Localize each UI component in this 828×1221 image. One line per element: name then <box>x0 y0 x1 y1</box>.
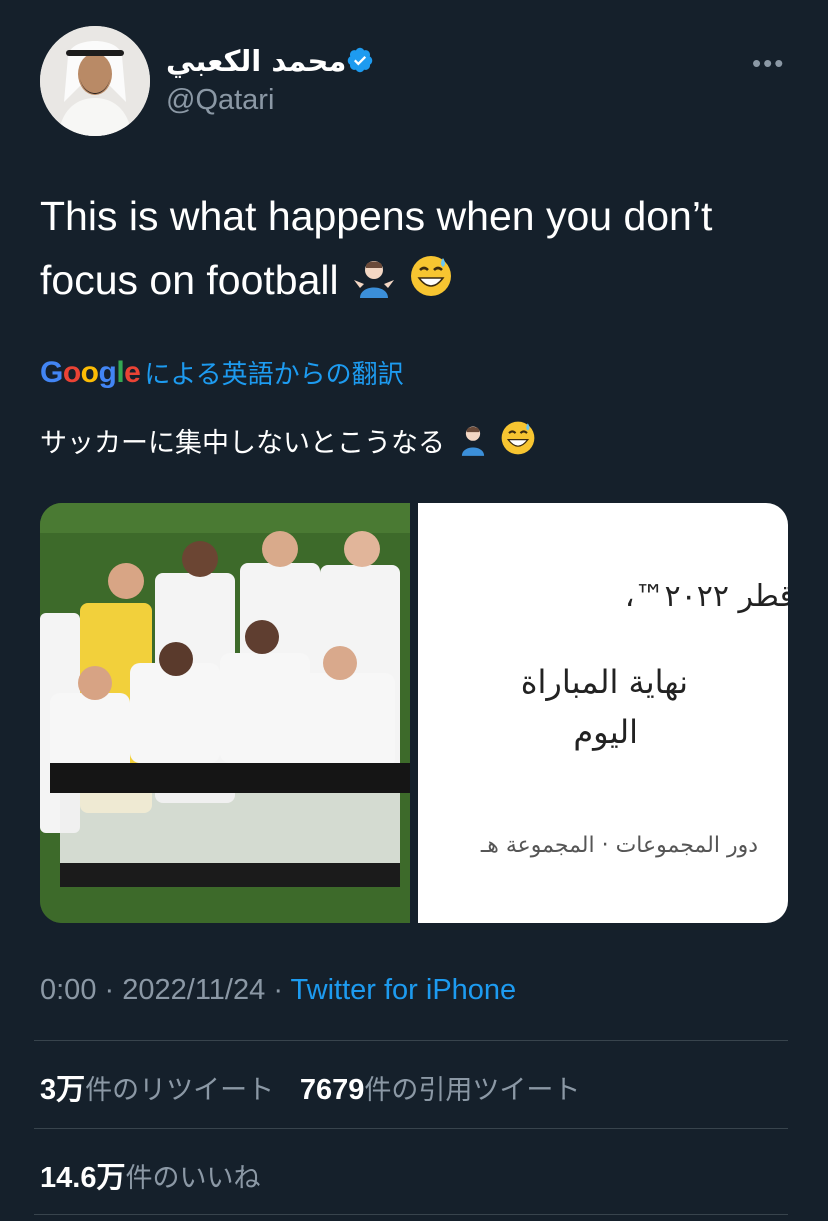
more-options-icon[interactable]: ••• <box>752 48 785 79</box>
divider <box>34 1214 788 1215</box>
tweet-text: This is what happens when you don’t focu… <box>40 184 800 316</box>
tweet-meta: 0:00 · 2022/11/24 · Twitter for iPhone <box>40 974 516 1007</box>
card-line-status: نهاية المباراة <box>520 663 688 701</box>
retweet-stats[interactable]: 3万件のリツイート 7679件の引用ツイート <box>40 1066 580 1108</box>
card-line-group: دور المجموعات · المجموعة هـ <box>480 833 758 858</box>
tweet-date: 2022/11/24 <box>122 974 266 1006</box>
verified-badge-icon <box>347 47 373 73</box>
author-handle[interactable]: @Qatari <box>166 84 274 117</box>
quotes-count: 7679 <box>299 1074 365 1106</box>
like-stats[interactable]: 14.6万件のいいね <box>40 1154 260 1196</box>
team-photo[interactable] <box>40 503 410 923</box>
divider <box>34 1040 788 1041</box>
translated-text: サッカーに集中しないとこうなる <box>40 420 536 463</box>
divider <box>34 1128 788 1129</box>
grinning-sweat-emoji-icon <box>409 252 453 316</box>
avatar[interactable] <box>40 26 150 136</box>
google-logo: Google <box>40 355 141 389</box>
translated-body: サッカーに集中しないとこうなる <box>40 428 445 459</box>
meta-separator: · <box>273 974 283 1006</box>
tweet-source-link[interactable]: Twitter for iPhone <box>291 974 517 1006</box>
tweet-media[interactable]: قطر ٢٠٢٢™، نهاية المباراة اليوم دور المج… <box>40 503 788 923</box>
retweets-label: 件のリツイート <box>85 1075 275 1106</box>
quotes-label: 件の引用ツイート <box>364 1075 581 1106</box>
grinning-sweat-emoji-icon <box>500 420 536 463</box>
author-name[interactable]: محمد الكعبي <box>166 44 346 78</box>
person-shrugging-emoji-icon <box>454 424 492 463</box>
person-shrugging-emoji-icon <box>350 252 398 316</box>
avatar-image <box>40 26 150 136</box>
card-line-day: اليوم <box>573 713 638 751</box>
match-card[interactable]: قطر ٢٠٢٢™، نهاية المباراة اليوم دور المج… <box>418 503 788 923</box>
translation-label: による英語からの翻訳 <box>144 359 404 389</box>
retweets-count: 3万 <box>40 1074 86 1106</box>
meta-separator: · <box>104 974 115 1006</box>
tweet-time: 0:00 <box>40 974 97 1006</box>
card-line-tournament: قطر ٢٠٢٢™، <box>624 579 788 614</box>
likes-count: 14.6万 <box>40 1162 126 1194</box>
likes-label: 件のいいね <box>125 1163 261 1194</box>
translation-attribution[interactable]: Google による英語からの翻訳 <box>40 354 404 391</box>
